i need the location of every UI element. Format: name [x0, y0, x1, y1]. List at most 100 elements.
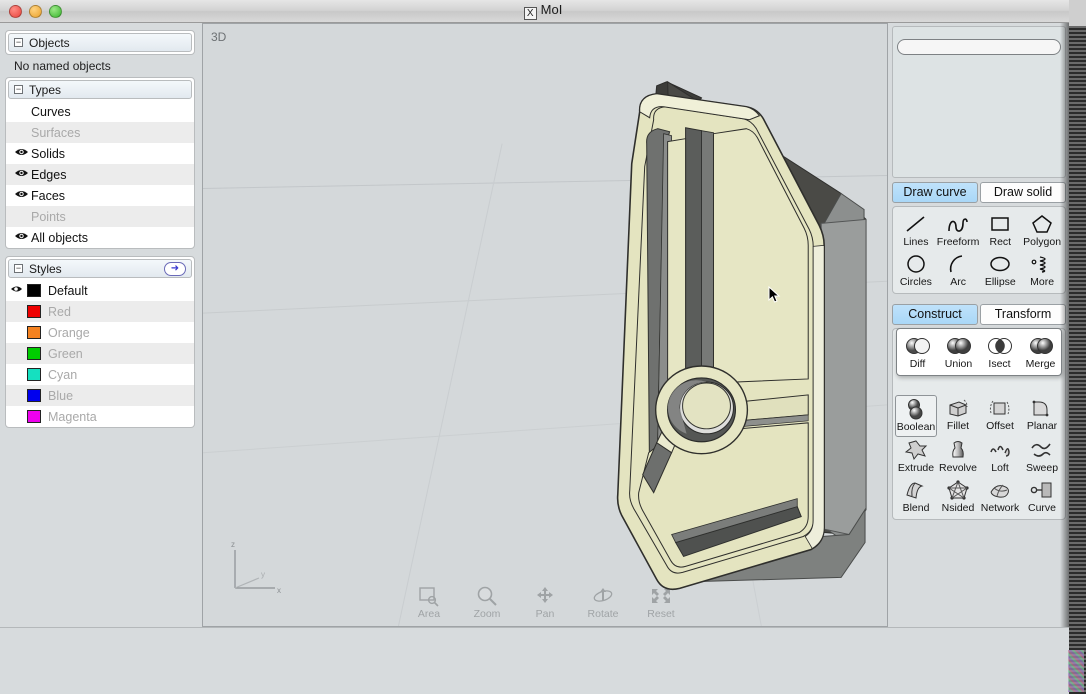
boolean-merge-icon [1020, 335, 1061, 357]
types-item-all-objects[interactable]: All objects [6, 227, 194, 248]
nav-label: Area [418, 608, 440, 620]
nav-rotate-button[interactable]: Rotate [582, 585, 624, 620]
nav-label: Rotate [588, 608, 619, 620]
collapse-icon[interactable]: − [14, 264, 23, 273]
types-list: CurvesSurfacesSolidsEdgesFaces Points All … [6, 101, 194, 248]
tool-label: Planar [1027, 420, 1057, 432]
style-color-swatch[interactable] [27, 326, 41, 339]
tool-nsided[interactable]: Nsided [937, 477, 979, 517]
tool-blend[interactable]: Blend [895, 477, 937, 517]
boolean-isect[interactable]: Isect [979, 333, 1020, 373]
magnifier-icon [466, 585, 508, 607]
style-color-swatch[interactable] [27, 410, 41, 423]
tool-more[interactable]: More [1021, 251, 1063, 291]
boolean-merge[interactable]: Merge [1020, 333, 1061, 373]
svg-text:z: z [231, 540, 235, 549]
style-color-swatch[interactable] [27, 284, 41, 297]
window-close-button[interactable] [9, 5, 22, 18]
tool-offset[interactable]: Offset [979, 395, 1021, 437]
tool-network[interactable]: Network [979, 477, 1021, 517]
right-sidebar: Draw curveDraw solid LinesFreeformRectPo… [889, 23, 1069, 627]
style-color-swatch[interactable] [27, 347, 41, 360]
visibility-eye-icon[interactable] [14, 147, 31, 160]
window-minimize-button[interactable] [29, 5, 42, 18]
types-item-points[interactable]: Points [6, 206, 194, 227]
tool-polygon[interactable]: Polygon [1021, 211, 1063, 251]
tab-draw-curve[interactable]: Draw curve [892, 182, 978, 203]
collapse-icon[interactable]: − [14, 38, 23, 47]
boolean-diff[interactable]: Diff [897, 333, 938, 373]
visibility-eye-icon[interactable] [14, 231, 31, 244]
styles-list: DefaultRedOrangeGreenCyan Blue Magenta [6, 280, 194, 427]
visibility-eye-icon[interactable] [14, 189, 31, 202]
tool-extrude[interactable]: Extrude [895, 437, 937, 477]
style-item-blue[interactable]: Blue [6, 385, 194, 406]
types-group-header[interactable]: − Types [8, 80, 192, 99]
tool-label: Union [945, 358, 972, 370]
fillet-icon [937, 397, 979, 419]
style-item-label: Magenta [48, 410, 97, 424]
tool-loft[interactable]: Loft [979, 437, 1021, 477]
nav-pan-button[interactable]: Pan [524, 585, 566, 620]
tab-construct[interactable]: Construct [892, 304, 978, 325]
title-bar: XMoI [0, 0, 1086, 23]
tool-fillet[interactable]: Fillet [937, 395, 979, 437]
viewport-nav-tools: Area Zoom Pan Rotate Reset [203, 585, 887, 620]
types-item-surfaces[interactable]: Surfaces [6, 122, 194, 143]
objects-group-header[interactable]: − Objects [8, 33, 192, 52]
types-item-curves[interactable]: Curves [6, 101, 194, 122]
style-item-red[interactable]: Red [6, 301, 194, 322]
tab-transform[interactable]: Transform [980, 304, 1066, 325]
visibility-eye-icon[interactable] [14, 168, 31, 181]
tool-ellipse[interactable]: Ellipse [979, 251, 1021, 291]
nav-reset-button[interactable]: Reset [640, 585, 682, 620]
types-item-edges[interactable]: Edges [6, 164, 194, 185]
collapse-icon[interactable]: − [14, 85, 23, 94]
window-maximize-button[interactable] [49, 5, 62, 18]
style-item-label: Blue [48, 389, 73, 403]
style-item-default[interactable]: Default [6, 280, 194, 301]
svg-text:y: y [261, 570, 265, 579]
styles-group-header[interactable]: − Styles ➜ [8, 259, 192, 278]
style-item-cyan[interactable]: Cyan [6, 364, 194, 385]
style-color-swatch[interactable] [27, 368, 41, 381]
bottom-toolbar: FileSaveUndoRedoDelete Split3DTopFrontRi… [0, 627, 1086, 694]
tool-boolean[interactable]: Boolean [895, 395, 937, 437]
tool-circles[interactable]: Circles [895, 251, 937, 291]
tool-label: Sweep [1026, 462, 1058, 474]
arrow-right-icon[interactable]: ➜ [164, 262, 186, 276]
types-item-solids[interactable]: Solids [6, 143, 194, 164]
no-named-objects-note: No named objects [0, 55, 200, 77]
style-color-swatch[interactable] [27, 389, 41, 402]
command-input-bar[interactable] [897, 39, 1061, 55]
tool-rect[interactable]: Rect [979, 211, 1021, 251]
nav-zoom-button[interactable]: Zoom [466, 585, 508, 620]
objects-group-label: Objects [29, 36, 70, 50]
tool-label: Merge [1026, 358, 1056, 370]
tool-label: Network [981, 502, 1020, 514]
style-visibility-icon[interactable] [10, 284, 27, 297]
tool-planar[interactable]: Planar [1021, 395, 1063, 437]
style-item-magenta[interactable]: Magenta [6, 406, 194, 427]
style-item-green[interactable]: Green [6, 343, 194, 364]
tool-lines[interactable]: Lines [895, 211, 937, 251]
viewport-3d[interactable]: 3D [202, 23, 888, 627]
style-color-swatch[interactable] [27, 305, 41, 318]
tab-draw-solid[interactable]: Draw solid [980, 182, 1066, 203]
construct-tools-panel: Diff Union Isect Merge BooleanFilletOffset P… [892, 328, 1066, 520]
arc-icon [937, 253, 980, 275]
tool-label: Revolve [939, 462, 977, 474]
tool-sweep[interactable]: Sweep [1021, 437, 1063, 477]
boolean-union[interactable]: Union [938, 333, 979, 373]
tool-curve[interactable]: Curve [1021, 477, 1063, 517]
tool-arc[interactable]: Arc [937, 251, 980, 291]
window-title: XMoI [0, 2, 1086, 20]
tool-label: Polygon [1023, 236, 1061, 248]
tool-freeform[interactable]: Freeform [937, 211, 980, 251]
types-item-label: Points [31, 210, 66, 224]
styles-group: − Styles ➜ DefaultRedOrangeGreenCyan Blue… [5, 256, 195, 428]
style-item-orange[interactable]: Orange [6, 322, 194, 343]
tool-revolve[interactable]: Revolve [937, 437, 979, 477]
types-item-faces[interactable]: Faces [6, 185, 194, 206]
nav-area-button[interactable]: Area [408, 585, 450, 620]
